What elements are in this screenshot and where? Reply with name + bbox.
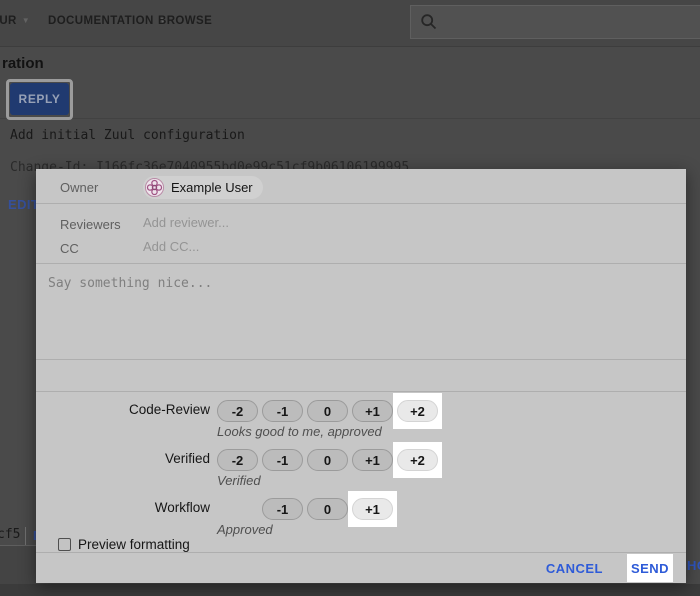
vote-button-verified--2[interactable]: -2 <box>217 449 258 471</box>
vote-button-code-review-+2[interactable]: +2 <box>397 400 438 422</box>
vote-highlight-box: +2 <box>393 393 442 429</box>
reply-button[interactable]: REPLY <box>10 83 69 115</box>
vote-highlight-box: +2 <box>393 442 442 478</box>
nav-menu-label: OUR <box>0 15 17 27</box>
vote-description: Verified <box>217 473 261 488</box>
vote-button-code-review-+1[interactable]: +1 <box>352 400 393 422</box>
nav-menu-label: DOCUMENTATION <box>48 15 154 27</box>
vote-button-code-review--1[interactable]: -1 <box>262 400 303 422</box>
vote-button-verified-+2[interactable]: +2 <box>397 449 438 471</box>
nav-menu-documentation[interactable]: DOCUMENTATION ▼ <box>48 15 167 27</box>
vote-button-verified-+1[interactable]: +1 <box>352 449 393 471</box>
vote-button-verified-0[interactable]: 0 <box>307 449 348 471</box>
chevron-down-icon: ▼ <box>22 17 30 25</box>
vote-label-name: Workflow <box>36 500 210 515</box>
vote-highlight-box: +1 <box>348 491 397 527</box>
vote-description: Approved <box>217 522 273 537</box>
commit-sha-fragment: cf5 <box>0 527 20 542</box>
commit-message: Add initial Zuul configuration <box>10 128 245 143</box>
cancel-button[interactable]: CANCEL <box>546 561 603 576</box>
page-divider <box>0 118 700 119</box>
reply-dialog: Owner Example User Reviewers CC Preview … <box>36 169 686 583</box>
send-button[interactable]: SEND <box>631 561 669 576</box>
nav-menu-label: BROWSE <box>158 15 212 27</box>
page-bottom-strip <box>0 584 700 596</box>
dialog-actions: CANCEL SEND <box>546 553 673 583</box>
top-navbar: OUR ▼ DOCUMENTATION ▼ BROWSE <box>0 0 700 47</box>
send-button-highlight: SEND <box>627 554 673 582</box>
vote-button-code-review-0[interactable]: 0 <box>307 400 348 422</box>
background-link-fragment[interactable]: HO <box>687 558 700 573</box>
vote-label-name: Code-Review <box>36 402 210 417</box>
vote-button-code-review--2[interactable]: -2 <box>217 400 258 422</box>
vote-button-verified--1[interactable]: -1 <box>262 449 303 471</box>
screen: OUR ▼ DOCUMENTATION ▼ BROWSE ration REPL… <box>0 0 700 596</box>
edit-link[interactable]: EDIT <box>8 197 39 212</box>
vote-label-name: Verified <box>36 451 210 466</box>
search-input[interactable] <box>446 10 686 34</box>
vote-section: Code-Review-2-10+1+2Looks good to me, ap… <box>36 169 686 583</box>
nav-menu-your[interactable]: OUR ▼ <box>0 15 30 27</box>
vote-button-workflow-0[interactable]: 0 <box>307 498 348 520</box>
nav-menu-browse[interactable]: BROWSE <box>158 15 212 27</box>
vote-button-workflow-+1[interactable]: +1 <box>352 498 393 520</box>
search-box[interactable] <box>410 5 700 39</box>
search-icon <box>420 13 438 31</box>
vote-description: Looks good to me, approved <box>217 424 382 439</box>
page-title: ration <box>2 55 44 72</box>
separator <box>25 527 26 546</box>
footer-area <box>0 546 36 584</box>
vote-button-workflow--1[interactable]: -1 <box>262 498 303 520</box>
